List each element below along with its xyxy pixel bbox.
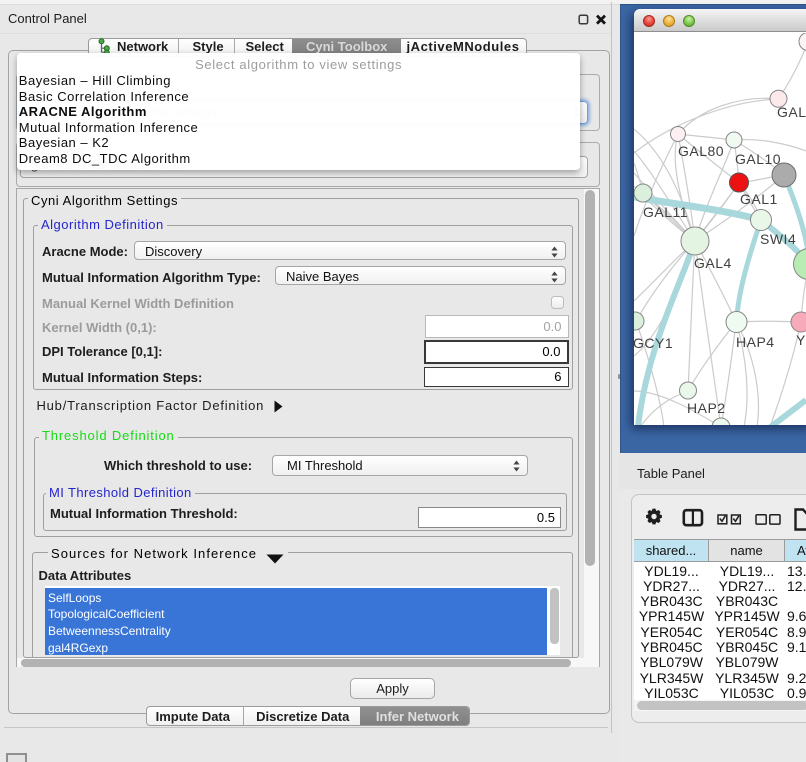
svg-text:GAL1: GAL1 xyxy=(740,191,778,207)
svg-text:YDR: YDR xyxy=(796,332,806,348)
svg-text:SWI4: SWI4 xyxy=(760,231,796,247)
svg-text:GCY1: GCY1 xyxy=(634,335,673,351)
svg-text:GAL11: GAL11 xyxy=(643,204,688,220)
svg-text:GAL2: GAL2 xyxy=(777,104,806,120)
svg-text:HAP4: HAP4 xyxy=(736,334,775,350)
svg-text:GAL80: GAL80 xyxy=(678,143,724,159)
svg-text:HAP2: HAP2 xyxy=(687,400,726,416)
svg-text:GAL4: GAL4 xyxy=(694,255,732,271)
svg-text:GAL10: GAL10 xyxy=(735,151,781,167)
